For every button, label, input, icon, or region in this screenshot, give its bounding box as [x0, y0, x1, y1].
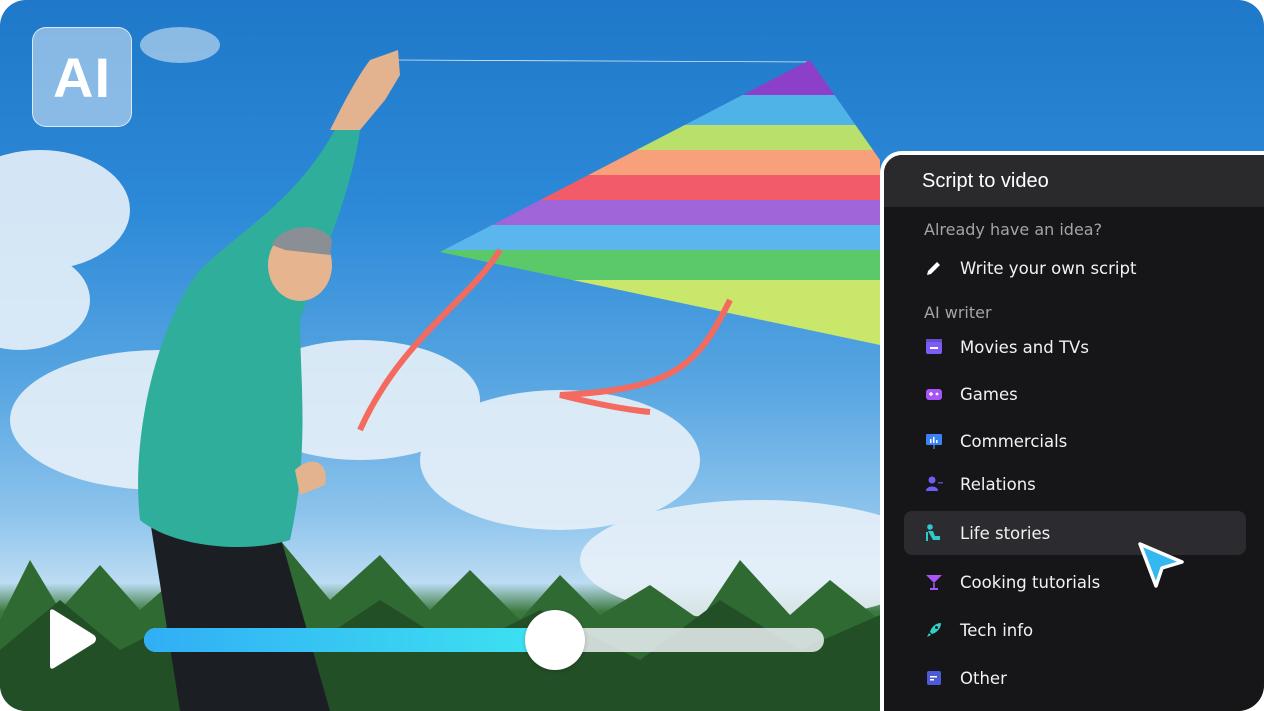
video-progress-bar[interactable] — [144, 610, 824, 670]
write-own-script-item[interactable]: Write your own script — [904, 248, 1246, 288]
ai-writer-item[interactable]: Movies and TVs — [904, 327, 1246, 367]
ai-writer-item-label: Life stories — [960, 523, 1051, 543]
progress-fill — [144, 628, 556, 652]
pencil-icon — [924, 258, 944, 278]
presentation-chart-icon — [924, 431, 944, 451]
rocket-icon — [924, 620, 944, 640]
ai-writer-item-label: Other — [960, 668, 1007, 688]
gamepad-icon — [924, 384, 944, 404]
play-button[interactable] — [46, 608, 98, 670]
ai-writer-item-label: Cooking tutorials — [960, 572, 1101, 592]
clapperboard-icon — [924, 337, 944, 357]
people-icon — [924, 474, 944, 494]
ai-writer-item-label: Relations — [960, 474, 1036, 494]
ai-writer-item-label: Commercials — [960, 431, 1068, 451]
ai-writer-item-label: Movies and TVs — [960, 337, 1089, 357]
ai-writer-item[interactable]: Relations — [904, 464, 1246, 504]
panel-title: Script to video — [884, 155, 1264, 207]
cocktail-glass-icon — [924, 572, 944, 592]
ai-writer-item[interactable]: Commercials — [904, 421, 1246, 461]
person-sitting-icon — [924, 523, 944, 543]
script-to-video-panel: Script to video Already have an idea? Wr… — [880, 151, 1264, 711]
ai-badge-label: AI — [53, 45, 111, 109]
ai-writer-item[interactable]: Games — [904, 374, 1246, 414]
progress-handle[interactable] — [525, 610, 586, 670]
ai-writer-item[interactable]: Cooking tutorials — [904, 562, 1246, 602]
section-label-ai-writer: AI writer — [924, 303, 992, 322]
ai-badge: AI — [32, 27, 132, 127]
write-own-script-label: Write your own script — [960, 258, 1137, 278]
mouse-cursor-icon — [1138, 542, 1184, 588]
section-label-own-idea: Already have an idea? — [924, 220, 1103, 239]
ai-writer-item-label: Games — [960, 384, 1018, 404]
ai-writer-item[interactable]: Tech info — [904, 610, 1246, 650]
ai-writer-item[interactable]: Other — [904, 658, 1246, 698]
document-lines-icon — [924, 668, 944, 688]
ai-writer-item[interactable]: Life stories — [904, 511, 1246, 555]
ai-writer-item-label: Tech info — [960, 620, 1034, 640]
video-preview: AI Script to video Already have an idea?… — [0, 0, 1264, 711]
